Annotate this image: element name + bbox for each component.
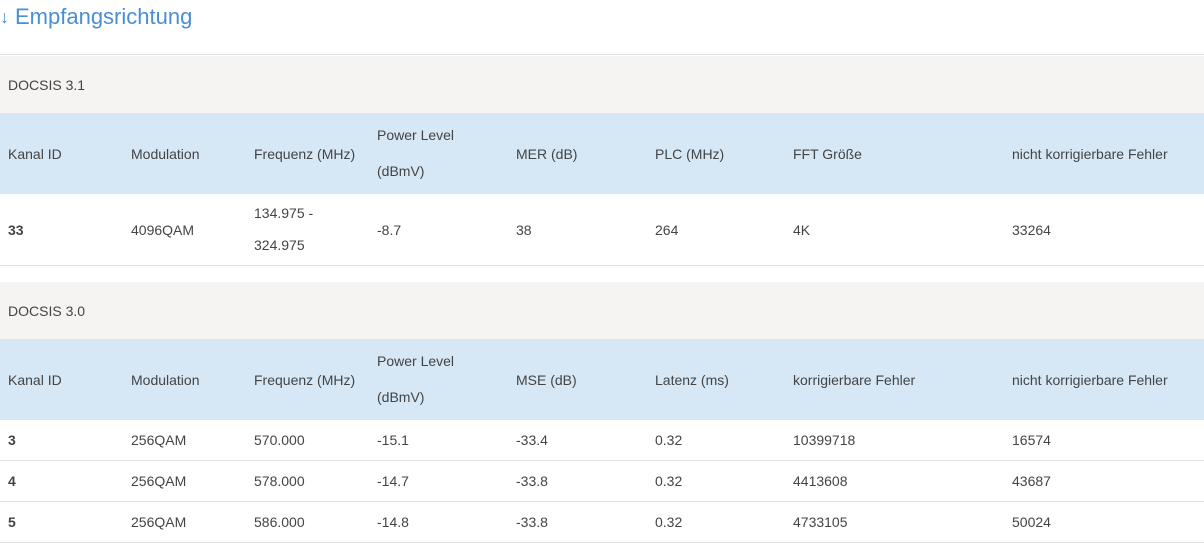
cell-mse: -33.4	[516, 432, 548, 448]
cell-freq: 586.000	[254, 514, 305, 530]
col-power-level-line1: Power Level	[377, 127, 455, 143]
cell-power: -8.7	[377, 222, 402, 238]
col-plc: PLC (MHz)	[655, 145, 725, 162]
docsis30-heading: DOCSIS 3.0	[0, 282, 1204, 339]
cell-kanal: 5	[8, 514, 16, 530]
cell-freq: 570.000	[254, 432, 305, 448]
col-power-level-line1: Power Level	[377, 353, 455, 369]
cell-nicht-korr: 33264	[1012, 222, 1051, 238]
docsis31-heading-text: DOCSIS 3.1	[8, 76, 86, 93]
title-row: ↓ Empfangsrichtung	[0, 0, 1204, 55]
cell-mse: -33.8	[516, 514, 548, 530]
col-korr: korrigierbare Fehler	[793, 371, 916, 388]
col-nicht-korr: nicht korrigierbare Fehler	[1012, 145, 1168, 162]
table-row: 5 256QAM 586.000 -14.8 -33.8 0.32 473310…	[0, 502, 1204, 543]
cell-latenz: 0.32	[655, 432, 683, 448]
cell-nicht-korr: 50024	[1012, 514, 1051, 530]
col-mer: MER (dB)	[516, 145, 578, 162]
cell-kanal: 3	[8, 432, 16, 448]
cell-nicht-korr: 16574	[1012, 432, 1051, 448]
page: ↓ Empfangsrichtung DOCSIS 3.1 Kanal ID M…	[0, 0, 1204, 547]
docsis31-heading: DOCSIS 3.1	[0, 56, 1204, 113]
col-mse: MSE (dB)	[516, 371, 577, 388]
cell-fft: 4K	[793, 222, 811, 238]
cell-modulation: 256QAM	[131, 514, 187, 530]
table-row: 33 4096QAM 134.975 - 324.975 -8.7 38 264…	[0, 194, 1204, 266]
col-latenz: Latenz (ms)	[655, 371, 729, 388]
arrow-down-icon: ↓	[0, 7, 9, 27]
col-modulation: Modulation	[131, 145, 200, 162]
cell-korr: 10399718	[793, 432, 856, 448]
cell-latenz: 0.32	[655, 473, 683, 489]
cell-modulation: 256QAM	[131, 473, 187, 489]
col-frequenz: Frequenz (MHz)	[254, 371, 356, 388]
cell-mse: -33.8	[516, 473, 548, 489]
docsis31-table-header: Kanal ID Modulation Frequenz (MHz) Power…	[0, 113, 1204, 194]
cell-power: -14.8	[377, 514, 409, 530]
cell-freq-line1: 134.975 -	[254, 205, 314, 221]
cell-latenz: 0.32	[655, 514, 683, 530]
col-kanal-id: Kanal ID	[8, 371, 62, 388]
col-kanal-id: Kanal ID	[8, 145, 62, 162]
docsis30-heading-text: DOCSIS 3.0	[8, 302, 86, 319]
col-frequenz: Frequenz (MHz)	[254, 145, 356, 162]
table-row: 3 256QAM 570.000 -15.1 -33.4 0.32 103997…	[0, 420, 1204, 461]
col-power-level-line2: (dBmV)	[377, 389, 425, 405]
cell-modulation: 4096QAM	[131, 222, 195, 238]
docsis30-table-header: Kanal ID Modulation Frequenz (MHz) Power…	[0, 339, 1204, 420]
cell-korr: 4413608	[793, 473, 848, 489]
cell-freq: 578.000	[254, 473, 305, 489]
col-nicht-korr: nicht korrigierbare Fehler	[1012, 371, 1168, 388]
cell-kanal: 33	[8, 222, 24, 238]
col-fft: FFT Größe	[793, 145, 862, 162]
col-modulation: Modulation	[131, 371, 200, 388]
col-power-level-line2: (dBmV)	[377, 163, 425, 179]
cell-kanal: 4	[8, 473, 16, 489]
cell-plc: 264	[655, 222, 679, 238]
cell-mer: 38	[516, 222, 532, 238]
table-row: 4 256QAM 578.000 -14.7 -33.8 0.32 441360…	[0, 461, 1204, 502]
cell-korr: 4733105	[793, 514, 848, 530]
cell-freq-line2: 324.975	[254, 237, 305, 253]
cell-modulation: 256QAM	[131, 432, 187, 448]
cell-power: -15.1	[377, 432, 409, 448]
cell-power: -14.7	[377, 473, 409, 489]
section-title: ↓ Empfangsrichtung	[0, 4, 192, 30]
section-title-text: Empfangsrichtung	[15, 4, 193, 29]
cell-nicht-korr: 43687	[1012, 473, 1051, 489]
